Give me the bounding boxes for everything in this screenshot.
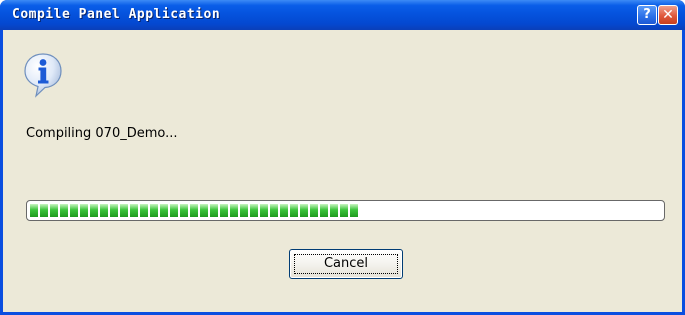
progress-segment bbox=[160, 204, 168, 217]
progress-segment bbox=[260, 204, 268, 217]
progress-segment bbox=[120, 204, 128, 217]
progress-segment bbox=[330, 204, 338, 217]
window-title: Compile Panel Application bbox=[12, 7, 221, 22]
progress-segment bbox=[230, 204, 238, 217]
progress-segment bbox=[130, 204, 138, 217]
progress-segment bbox=[70, 204, 78, 217]
cancel-button[interactable]: Cancel bbox=[289, 249, 403, 279]
progress-segment bbox=[90, 204, 98, 217]
progress-segment bbox=[250, 204, 258, 217]
cancel-button-label: Cancel bbox=[323, 256, 369, 271]
progress-segment bbox=[240, 204, 248, 217]
progress-segment bbox=[110, 204, 118, 217]
progress-segment bbox=[80, 204, 88, 217]
progress-segment bbox=[210, 204, 218, 217]
progress-segment bbox=[310, 204, 318, 217]
progress-segment bbox=[40, 204, 48, 217]
progress-segment bbox=[200, 204, 208, 217]
close-button[interactable]: ✕ bbox=[658, 5, 678, 25]
title-bar[interactable]: Compile Panel Application ? ✕ bbox=[0, 0, 685, 30]
progress-segment bbox=[220, 204, 228, 217]
dialog-body: Compiling 070_Demo... Cancel bbox=[3, 30, 682, 312]
progress-segment bbox=[300, 204, 308, 217]
progress-segment bbox=[50, 204, 58, 217]
progress-segment bbox=[350, 204, 358, 217]
progress-segment bbox=[320, 204, 328, 217]
close-icon: ✕ bbox=[662, 7, 674, 23]
dialog-window: Compile Panel Application ? ✕ Compiling … bbox=[0, 0, 685, 315]
progress-segment bbox=[190, 204, 198, 217]
progress-segment bbox=[270, 204, 278, 217]
progress-segment bbox=[30, 204, 38, 217]
progress-fill bbox=[30, 204, 358, 217]
progress-segment bbox=[180, 204, 188, 217]
help-button[interactable]: ? bbox=[637, 5, 657, 25]
progress-segment bbox=[150, 204, 158, 217]
progress-segment bbox=[170, 204, 178, 217]
progress-segment bbox=[140, 204, 148, 217]
progress-bar bbox=[26, 200, 665, 221]
progress-segment bbox=[100, 204, 108, 217]
status-message: Compiling 070_Demo... bbox=[26, 126, 178, 141]
help-icon: ? bbox=[643, 7, 651, 22]
progress-segment bbox=[290, 204, 298, 217]
progress-segment bbox=[280, 204, 288, 217]
progress-segment bbox=[60, 204, 68, 217]
progress-segment bbox=[340, 204, 348, 217]
information-icon bbox=[24, 53, 62, 98]
